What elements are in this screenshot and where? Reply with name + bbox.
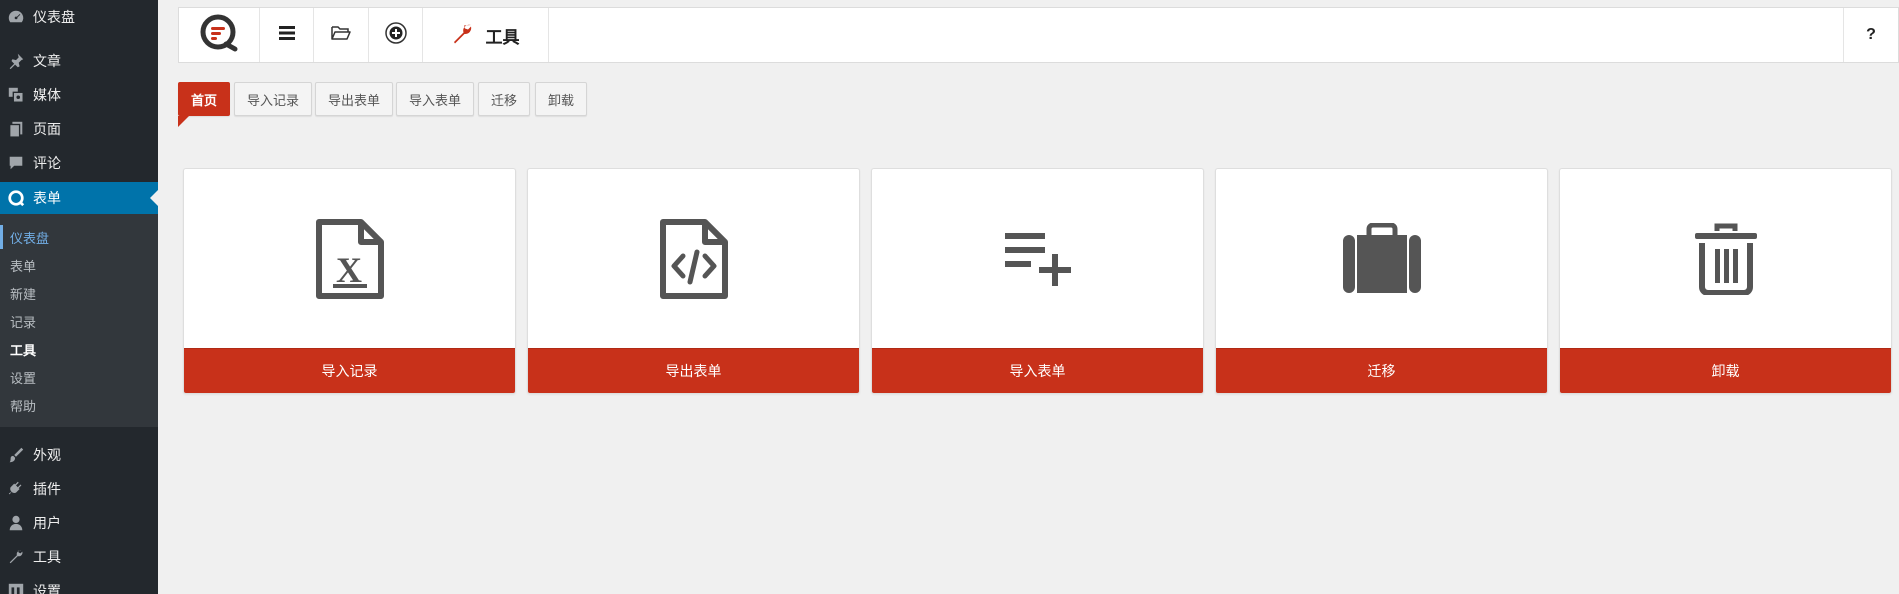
menu-forms[interactable]: 表单 [0, 182, 158, 214]
menu-forms-label: 表单 [33, 190, 61, 206]
menu-users-label: 用户 [33, 515, 61, 531]
dashboard-icon [7, 8, 25, 26]
plugin-toolbar: 工具 ? [178, 7, 1899, 63]
plus-circle-icon [384, 21, 407, 49]
add-form-button[interactable] [369, 8, 423, 62]
wrench-icon [452, 22, 474, 49]
tools-title: 工具 [423, 8, 549, 62]
admin-sidebar: 仪表盘 文章 媒体 页面 评论 表单 仪表盘 表单 新建 记录 工具 设置 帮助… [0, 0, 158, 594]
briefcase-icon [1216, 169, 1547, 349]
tab-import-entries[interactable]: 导入记录 [234, 82, 313, 116]
menu-posts[interactable]: 文章 [0, 46, 158, 76]
tab-home[interactable]: 首页 [178, 82, 230, 116]
card-migrate[interactable]: 迁移 [1215, 168, 1548, 394]
card-export-form[interactable]: 导出表单 [527, 168, 860, 394]
menu-appearance[interactable]: 外观 [0, 440, 158, 470]
card-import-entries-label: 导入记录 [184, 348, 515, 393]
menu-appearance-label: 外观 [33, 447, 61, 463]
menu-icon [278, 25, 295, 45]
comment-icon [7, 154, 25, 172]
menu-tools-label: 工具 [33, 549, 61, 565]
forms-submenu: 仪表盘 表单 新建 记录 工具 设置 帮助 [0, 214, 158, 427]
submenu-item-entries[interactable]: 记录 [10, 312, 36, 331]
menu-button[interactable] [260, 8, 314, 62]
submenu-item-tools[interactable]: 工具 [10, 340, 36, 359]
quform-logo[interactable] [179, 8, 260, 62]
submenu-item-help[interactable]: 帮助 [10, 396, 36, 415]
menu-plugins[interactable]: 插件 [0, 474, 158, 504]
card-import-entries[interactable]: X 导入记录 [183, 168, 516, 394]
submenu-item-dashboard[interactable]: 仪表盘 [10, 228, 49, 247]
card-migrate-label: 迁移 [1216, 348, 1547, 393]
submenu-item-settings[interactable]: 设置 [10, 368, 36, 387]
menu-users[interactable]: 用户 [0, 508, 158, 538]
media-icon [7, 86, 25, 104]
page-title: 工具 [485, 27, 520, 47]
menu-plugins-label: 插件 [33, 481, 61, 497]
card-import-form-label: 导入表单 [872, 348, 1203, 393]
menu-posts-label: 文章 [33, 53, 61, 69]
menu-settings[interactable]: 设置 [0, 576, 158, 594]
forms-logo-icon [7, 189, 25, 207]
forms-button[interactable] [314, 8, 369, 62]
menu-dashboard-label: 仪表盘 [33, 9, 75, 25]
pin-icon [7, 52, 25, 70]
tab-uninstall[interactable]: 卸载 [535, 82, 588, 116]
plugin-icon [7, 480, 25, 498]
user-icon [7, 514, 25, 532]
playlist-add-icon [872, 169, 1203, 349]
menu-comments[interactable]: 评论 [0, 148, 158, 178]
submenu-item-new[interactable]: 新建 [10, 284, 36, 303]
tab-import-form[interactable]: 导入表单 [396, 82, 475, 116]
paintbrush-icon [7, 446, 25, 464]
wrench-icon [7, 548, 25, 566]
folder-open-icon [331, 25, 351, 46]
menu-dashboard[interactable]: 仪表盘 [0, 2, 158, 32]
card-import-form[interactable]: 导入表单 [871, 168, 1204, 394]
card-export-form-label: 导出表单 [528, 348, 859, 393]
menu-pages[interactable]: 页面 [0, 114, 158, 144]
excel-file-icon: X [184, 169, 515, 349]
card-uninstall-label: 卸载 [1560, 348, 1891, 393]
menu-media[interactable]: 媒体 [0, 80, 158, 110]
help-button[interactable]: ? [1843, 8, 1898, 62]
code-file-icon [528, 169, 859, 349]
quform-logo-icon [199, 13, 239, 58]
menu-settings-label: 设置 [33, 583, 61, 594]
submenu-item-forms[interactable]: 表单 [10, 256, 36, 275]
menu-tools[interactable]: 工具 [0, 542, 158, 572]
menu-pages-label: 页面 [33, 121, 61, 137]
card-uninstall[interactable]: 卸载 [1559, 168, 1892, 394]
menu-media-label: 媒体 [33, 87, 61, 103]
active-tab-pointer [178, 116, 189, 127]
tab-migrate[interactable]: 迁移 [478, 82, 531, 116]
menu-comments-label: 评论 [33, 155, 61, 171]
page-icon [7, 120, 25, 138]
trash-icon [1560, 169, 1891, 349]
settings-icon [7, 582, 25, 594]
submenu-active-bar [0, 225, 3, 249]
tab-export-form[interactable]: 导出表单 [315, 82, 394, 116]
